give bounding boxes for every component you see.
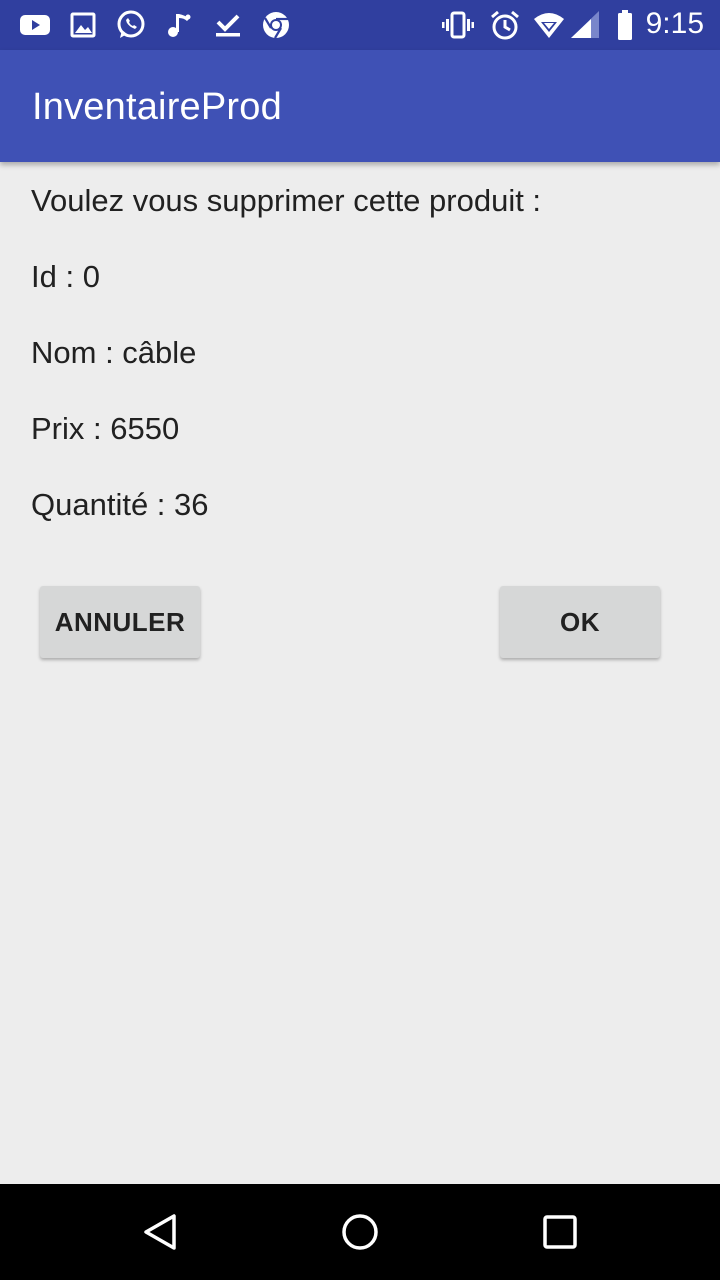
signal-icon [568,9,602,41]
app-bar: InventaireProd [0,50,720,162]
wifi-icon [532,9,566,41]
back-icon[interactable] [130,1202,190,1262]
vibrate-icon [441,9,475,41]
youtube-icon [18,9,52,41]
battery-icon [608,9,642,41]
product-price: Prix : 6550 [31,411,180,446]
download-done-icon [211,9,245,41]
delete-question: Voulez vous supprimer cette produit : [31,183,542,218]
status-bar: 9:15 [0,0,720,50]
gallery-icon [66,9,100,41]
cancel-button[interactable]: ANNULER [40,586,200,658]
navigation-bar [0,1184,720,1280]
music-note-icon [162,9,196,41]
ok-button[interactable]: OK [500,586,660,658]
whatsapp-icon [114,9,148,41]
app-title: InventaireProd [32,86,282,128]
status-time: 9:15 [645,7,704,40]
product-id: Id : 0 [31,259,100,294]
product-name: Nom : câble [31,335,197,370]
home-icon[interactable] [330,1202,390,1262]
alarm-icon [488,9,522,41]
chrome-icon [259,9,293,41]
product-quantity: Quantité : 36 [31,487,209,522]
recents-icon[interactable] [530,1202,590,1262]
